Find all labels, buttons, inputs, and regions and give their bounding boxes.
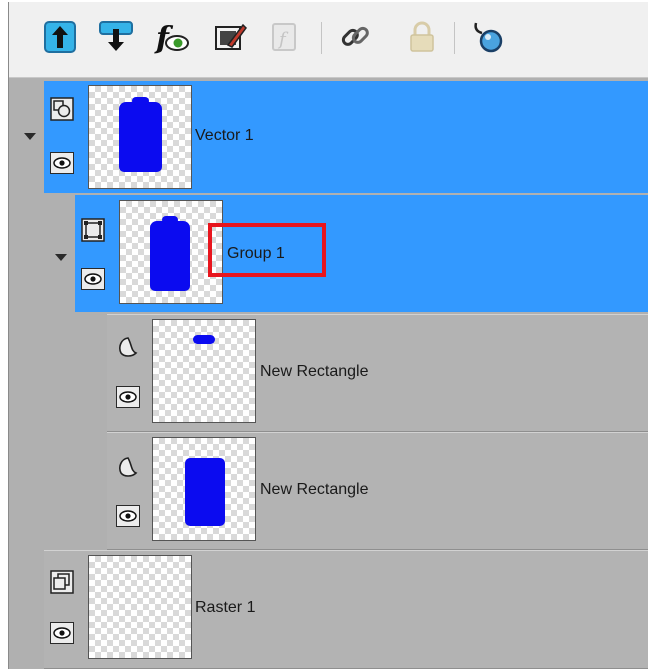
- layers-toolbar: f f: [9, 2, 648, 78]
- thumbnail-shape: [162, 216, 178, 224]
- visibility-toggle[interactable]: [50, 152, 74, 174]
- link-icon: [341, 26, 369, 46]
- vector-object-icon: [119, 457, 138, 477]
- move-layer-down-icon: [99, 21, 133, 51]
- thumbnail-shape: [132, 97, 149, 105]
- edit-layer-icon: [215, 23, 247, 50]
- layer-options-button[interactable]: [469, 18, 507, 56]
- thumbnail-shape: [119, 102, 162, 172]
- link-button[interactable]: [337, 18, 375, 56]
- eye-icon: [53, 157, 71, 169]
- group-icon: [81, 218, 105, 242]
- layer-effects-button[interactable]: f: [153, 18, 191, 56]
- chevron-down-icon: [24, 132, 36, 140]
- highlight-box: [208, 223, 326, 277]
- vector-layer-icon: [50, 97, 74, 121]
- layer-thumbnail: [88, 555, 192, 659]
- layer-options-icon: [474, 22, 503, 53]
- layer-name[interactable]: New Rectangle: [260, 481, 369, 499]
- visibility-toggle[interactable]: [116, 505, 140, 527]
- layers-palette: f f Vector 1 Group 1 New Rectangle New R…: [8, 2, 648, 669]
- toolbar-separator: [454, 22, 455, 54]
- move-layer-down-button[interactable]: [97, 18, 135, 56]
- edit-layer-button[interactable]: [211, 18, 249, 56]
- layer-name[interactable]: Vector 1: [195, 127, 254, 145]
- visibility-toggle[interactable]: [81, 268, 105, 290]
- thumbnail-shape: [193, 335, 215, 344]
- lock-button[interactable]: [403, 18, 441, 56]
- eye-icon: [119, 391, 137, 403]
- thumbnail-shape: [150, 221, 190, 291]
- eye-icon: [53, 627, 71, 639]
- script-icon: f: [272, 23, 296, 51]
- raster-layer-icon: [50, 570, 74, 594]
- toolbar-separator: [321, 22, 322, 54]
- layer-thumbnail: [152, 319, 256, 423]
- eye-icon: [84, 273, 102, 285]
- vector-object-icon: [119, 337, 138, 357]
- expand-toggle[interactable]: [52, 248, 70, 266]
- move-layer-up-icon: [44, 21, 76, 53]
- layer-thumbnail: [88, 85, 192, 189]
- thumbnail-shape: [185, 458, 225, 526]
- eye-icon: [119, 510, 137, 522]
- chevron-down-icon: [55, 253, 67, 261]
- layer-thumbnail: [152, 437, 256, 541]
- lock-icon: [410, 21, 434, 52]
- layer-effects-icon: f: [154, 21, 189, 56]
- move-layer-up-button[interactable]: [41, 18, 79, 56]
- visibility-toggle[interactable]: [116, 386, 140, 408]
- layer-name[interactable]: Raster 1: [195, 599, 255, 617]
- script-button[interactable]: f: [265, 18, 303, 56]
- visibility-toggle[interactable]: [50, 622, 74, 644]
- expand-toggle[interactable]: [21, 127, 39, 145]
- layer-name[interactable]: New Rectangle: [260, 363, 369, 381]
